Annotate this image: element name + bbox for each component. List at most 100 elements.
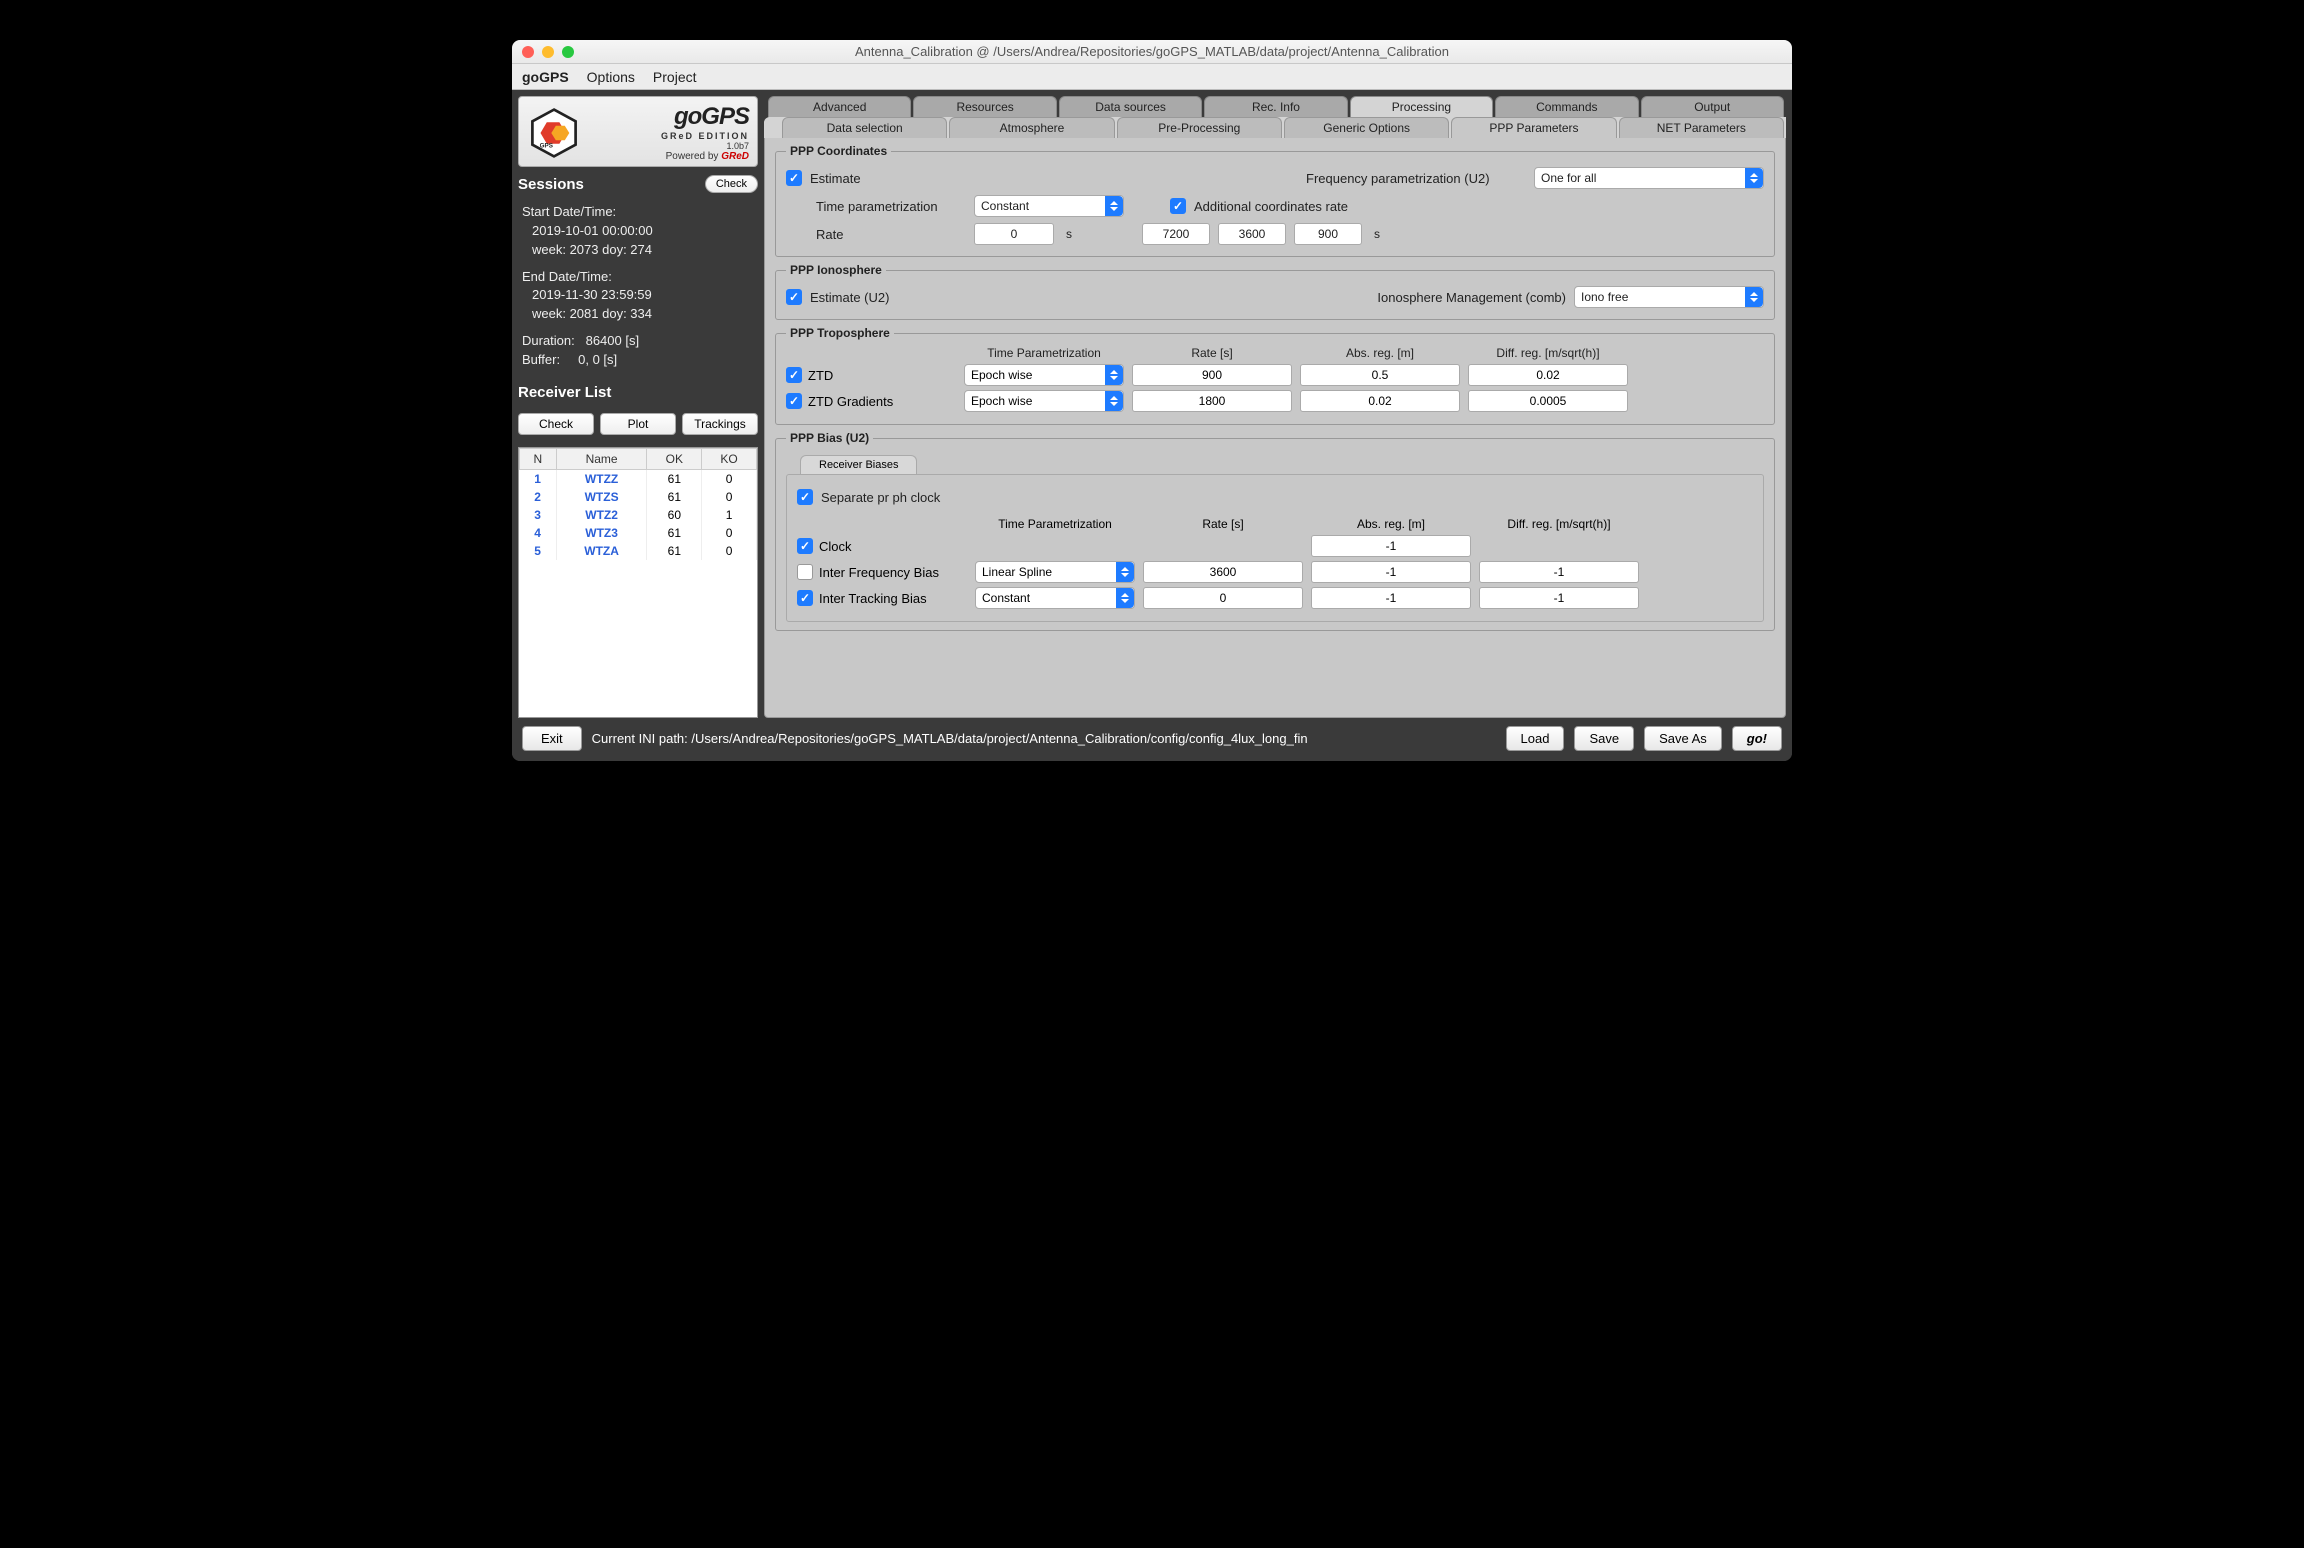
legend-ionosphere: PPP Ionosphere bbox=[786, 263, 886, 277]
chk-inter frequency bias[interactable] bbox=[797, 564, 813, 580]
minimize-icon[interactable] bbox=[542, 46, 554, 58]
table-row[interactable]: 3WTZ2601 bbox=[520, 506, 757, 524]
receiver-table: N Name OK KO 1WTZZ6102WTZS6103WTZ26014WT… bbox=[518, 447, 758, 718]
lbl-iono-mgmt: Ionosphere Management (comb) bbox=[1377, 290, 1566, 305]
tab-data-sources[interactable]: Data sources bbox=[1059, 96, 1202, 117]
lbl-estimate-coord: Estimate bbox=[810, 171, 960, 186]
bias-row: Inter Tracking Bias Constant 0 -1 -1 bbox=[797, 587, 1753, 609]
receiver-trackings-button[interactable]: Trackings bbox=[682, 413, 758, 435]
input-diff[interactable]: 0.0005 bbox=[1468, 390, 1628, 412]
load-button[interactable]: Load bbox=[1506, 726, 1565, 751]
col-name: Name bbox=[556, 448, 647, 469]
input-rate-2[interactable]: 3600 bbox=[1218, 223, 1286, 245]
save-as-button[interactable]: Save As bbox=[1644, 726, 1722, 751]
chk-estimate-iono[interactable] bbox=[786, 289, 802, 305]
input-abs[interactable]: 0.02 bbox=[1300, 390, 1460, 412]
chk-ztd[interactable] bbox=[786, 367, 802, 383]
sidebar: GPS goGPS GReD EDITION 1.0b7 Powered by … bbox=[518, 96, 758, 718]
go-button[interactable]: go! bbox=[1732, 726, 1782, 751]
legend-coordinates: PPP Coordinates bbox=[786, 144, 891, 158]
tab-advanced[interactable]: Advanced bbox=[768, 96, 911, 117]
select-tp[interactable]: Constant bbox=[975, 587, 1135, 609]
input-rate[interactable]: 1800 bbox=[1132, 390, 1292, 412]
save-button[interactable]: Save bbox=[1574, 726, 1634, 751]
receiver-check-button[interactable]: Check bbox=[518, 413, 594, 435]
chk-separate-clock[interactable] bbox=[797, 489, 813, 505]
close-icon[interactable] bbox=[522, 46, 534, 58]
panel-ppp-parameters: PPP Coordinates Estimate Frequency param… bbox=[764, 138, 1786, 718]
sessions-label: Sessions bbox=[518, 176, 584, 193]
lbl-time-param: Time parametrization bbox=[816, 199, 966, 214]
select-freq-param[interactable]: One for all bbox=[1534, 167, 1764, 189]
tab-receiver-biases[interactable]: Receiver Biases bbox=[800, 455, 917, 474]
fieldset-bias: PPP Bias (U2) Receiver Biases Separate p… bbox=[775, 431, 1775, 631]
tab-rec-info[interactable]: Rec. Info bbox=[1204, 96, 1347, 117]
tab-resources[interactable]: Resources bbox=[913, 96, 1056, 117]
maximize-icon[interactable] bbox=[562, 46, 574, 58]
input-abs[interactable]: 0.5 bbox=[1300, 364, 1460, 386]
menu-project[interactable]: Project bbox=[653, 69, 697, 85]
input-diff[interactable]: -1 bbox=[1479, 587, 1639, 609]
logo-card: GPS goGPS GReD EDITION 1.0b7 Powered by … bbox=[518, 96, 758, 167]
select-tp[interactable]: Epoch wise bbox=[964, 364, 1124, 386]
lbl-freq-param: Frequency parametrization (U2) bbox=[1306, 171, 1526, 186]
input-abs[interactable]: -1 bbox=[1311, 535, 1471, 557]
tropo-row: ZTD Epoch wise 900 0.5 0.02 bbox=[786, 364, 1764, 386]
subtab-net-parameters[interactable]: NET Parameters bbox=[1619, 117, 1784, 138]
end-date-label: End Date/Time: bbox=[522, 268, 754, 287]
input-rate[interactable]: 900 bbox=[1132, 364, 1292, 386]
chevron-updown-icon bbox=[1105, 196, 1123, 216]
bh-tp: Time Parametrization bbox=[975, 517, 1135, 531]
svg-text:GPS: GPS bbox=[540, 142, 553, 149]
chevron-updown-icon bbox=[1116, 588, 1134, 608]
input-diff[interactable]: 0.02 bbox=[1468, 364, 1628, 386]
chk-ztd gradients[interactable] bbox=[786, 393, 802, 409]
subtab-generic-options[interactable]: Generic Options bbox=[1284, 117, 1449, 138]
chk-inter tracking bias[interactable] bbox=[797, 590, 813, 606]
tab-processing[interactable]: Processing bbox=[1350, 96, 1493, 117]
exit-button[interactable]: Exit bbox=[522, 726, 582, 751]
input-rate-3[interactable]: 900 bbox=[1294, 223, 1362, 245]
sessions-check-button[interactable]: Check bbox=[705, 175, 758, 193]
select-time-param[interactable]: Constant bbox=[974, 195, 1124, 217]
input-abs[interactable]: -1 bbox=[1311, 587, 1471, 609]
main-area: AdvancedResourcesData sourcesRec. InfoPr… bbox=[764, 96, 1786, 718]
chk-clock[interactable] bbox=[797, 538, 813, 554]
menu-options[interactable]: Options bbox=[587, 69, 635, 85]
fieldset-coordinates: PPP Coordinates Estimate Frequency param… bbox=[775, 144, 1775, 257]
input-rate[interactable]: 3600 bbox=[1143, 561, 1303, 583]
bh-abs: Abs. reg. [m] bbox=[1311, 517, 1471, 531]
bh-rate: Rate [s] bbox=[1143, 517, 1303, 531]
menu-gogps[interactable]: goGPS bbox=[522, 69, 569, 85]
select-tp[interactable]: Linear Spline bbox=[975, 561, 1135, 583]
start-date-label: Start Date/Time: bbox=[522, 203, 754, 222]
start-date-value: 2019-10-01 00:00:00 bbox=[522, 222, 754, 241]
fieldset-troposphere: PPP Troposphere Time Parametrization Rat… bbox=[775, 326, 1775, 425]
select-iono-mgmt[interactable]: Iono free bbox=[1574, 286, 1764, 308]
tab-commands[interactable]: Commands bbox=[1495, 96, 1638, 117]
app-window: Antenna_Calibration @ /Users/Andrea/Repo… bbox=[512, 40, 1792, 761]
tab-output[interactable]: Output bbox=[1641, 96, 1784, 117]
subtab-atmosphere[interactable]: Atmosphere bbox=[949, 117, 1114, 138]
buffer-row: Buffer: 0, 0 [s] bbox=[522, 351, 754, 370]
table-row[interactable]: 5WTZA610 bbox=[520, 542, 757, 560]
table-row[interactable]: 1WTZZ610 bbox=[520, 469, 757, 488]
brand-version: 1.0b7 bbox=[589, 141, 749, 151]
subtab-ppp-parameters[interactable]: PPP Parameters bbox=[1451, 117, 1616, 138]
brand-edition: GReD EDITION bbox=[589, 131, 749, 141]
input-rate[interactable]: 0 bbox=[974, 223, 1054, 245]
input-abs[interactable]: -1 bbox=[1311, 561, 1471, 583]
subtab-pre-processing[interactable]: Pre-Processing bbox=[1117, 117, 1282, 138]
input-diff[interactable]: -1 bbox=[1479, 561, 1639, 583]
col-n: N bbox=[520, 448, 557, 469]
input-rate-1[interactable]: 7200 bbox=[1142, 223, 1210, 245]
input-rate[interactable]: 0 bbox=[1143, 587, 1303, 609]
sub-tabs: Data selectionAtmospherePre-ProcessingGe… bbox=[764, 117, 1786, 138]
chk-estimate-coord[interactable] bbox=[786, 170, 802, 186]
select-tp[interactable]: Epoch wise bbox=[964, 390, 1124, 412]
table-row[interactable]: 4WTZ3610 bbox=[520, 524, 757, 542]
subtab-data-selection[interactable]: Data selection bbox=[782, 117, 947, 138]
receiver-plot-button[interactable]: Plot bbox=[600, 413, 676, 435]
chk-addl-rate[interactable] bbox=[1170, 198, 1186, 214]
table-row[interactable]: 2WTZS610 bbox=[520, 488, 757, 506]
